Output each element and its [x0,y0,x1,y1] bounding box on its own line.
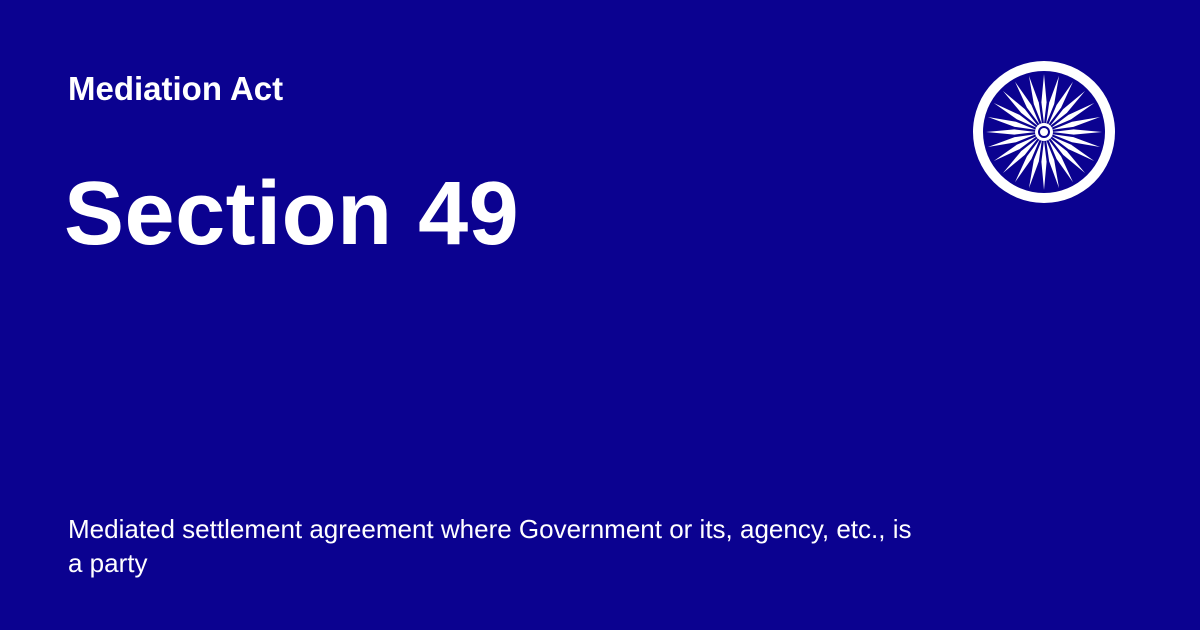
ashoka-chakra-icon [972,60,1116,204]
section-description: Mediated settlement agreement where Gove… [68,514,912,578]
section-title: Section 49 [64,164,520,264]
act-name: Mediation Act [68,70,284,107]
